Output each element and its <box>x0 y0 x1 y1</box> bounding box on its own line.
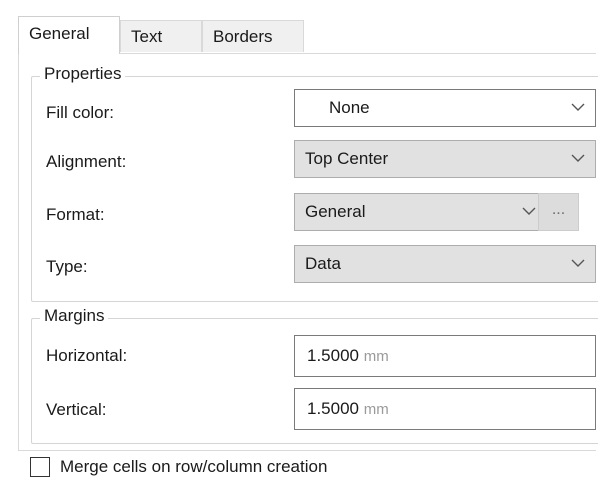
alignment-label: Alignment: <box>46 152 127 171</box>
format-dropdown[interactable]: General <box>294 193 547 231</box>
vertical-label: Vertical: <box>46 400 107 419</box>
chevron-down-icon <box>522 207 536 215</box>
format-value: General <box>305 202 366 221</box>
alignment-value: Top Center <box>305 149 389 168</box>
format-label: Format: <box>46 205 105 224</box>
format-ellipsis-button[interactable]: ... <box>538 193 579 231</box>
chevron-down-icon <box>571 154 585 162</box>
type-label: Type: <box>46 257 88 276</box>
tab-strip: General Text Borders <box>18 16 578 54</box>
horizontal-margin-unit: mm <box>363 348 389 365</box>
fill-color-value: None <box>329 98 370 117</box>
vertical-margin-value: 1.5000 <box>307 399 359 418</box>
tab-borders[interactable]: Borders <box>202 20 304 52</box>
horizontal-margin-value: 1.5000 <box>307 346 359 365</box>
horizontal-margin-input[interactable]: 1.5000 mm <box>294 335 596 377</box>
tab-text[interactable]: Text <box>120 20 202 52</box>
tab-general[interactable]: General <box>18 16 120 54</box>
fill-color-label: Fill color: <box>46 103 115 122</box>
merge-cells-checkbox[interactable] <box>30 457 50 477</box>
general-tab-panel: Properties Fill color: None Alignment: T… <box>18 53 598 451</box>
type-value: Data <box>305 254 341 273</box>
alignment-dropdown[interactable]: Top Center <box>294 140 596 178</box>
chevron-down-icon <box>571 259 585 267</box>
chevron-down-icon <box>571 103 585 111</box>
vertical-margin-input[interactable]: 1.5000 mm <box>294 388 596 430</box>
horizontal-label: Horizontal: <box>46 346 128 365</box>
merge-cells-label[interactable]: Merge cells on row/column creation <box>60 457 327 477</box>
vertical-margin-unit: mm <box>363 401 389 418</box>
properties-legend: Properties <box>40 64 126 84</box>
type-dropdown[interactable]: Data <box>294 245 596 283</box>
margins-legend: Margins <box>40 306 109 326</box>
fill-color-dropdown[interactable]: None <box>294 89 596 127</box>
